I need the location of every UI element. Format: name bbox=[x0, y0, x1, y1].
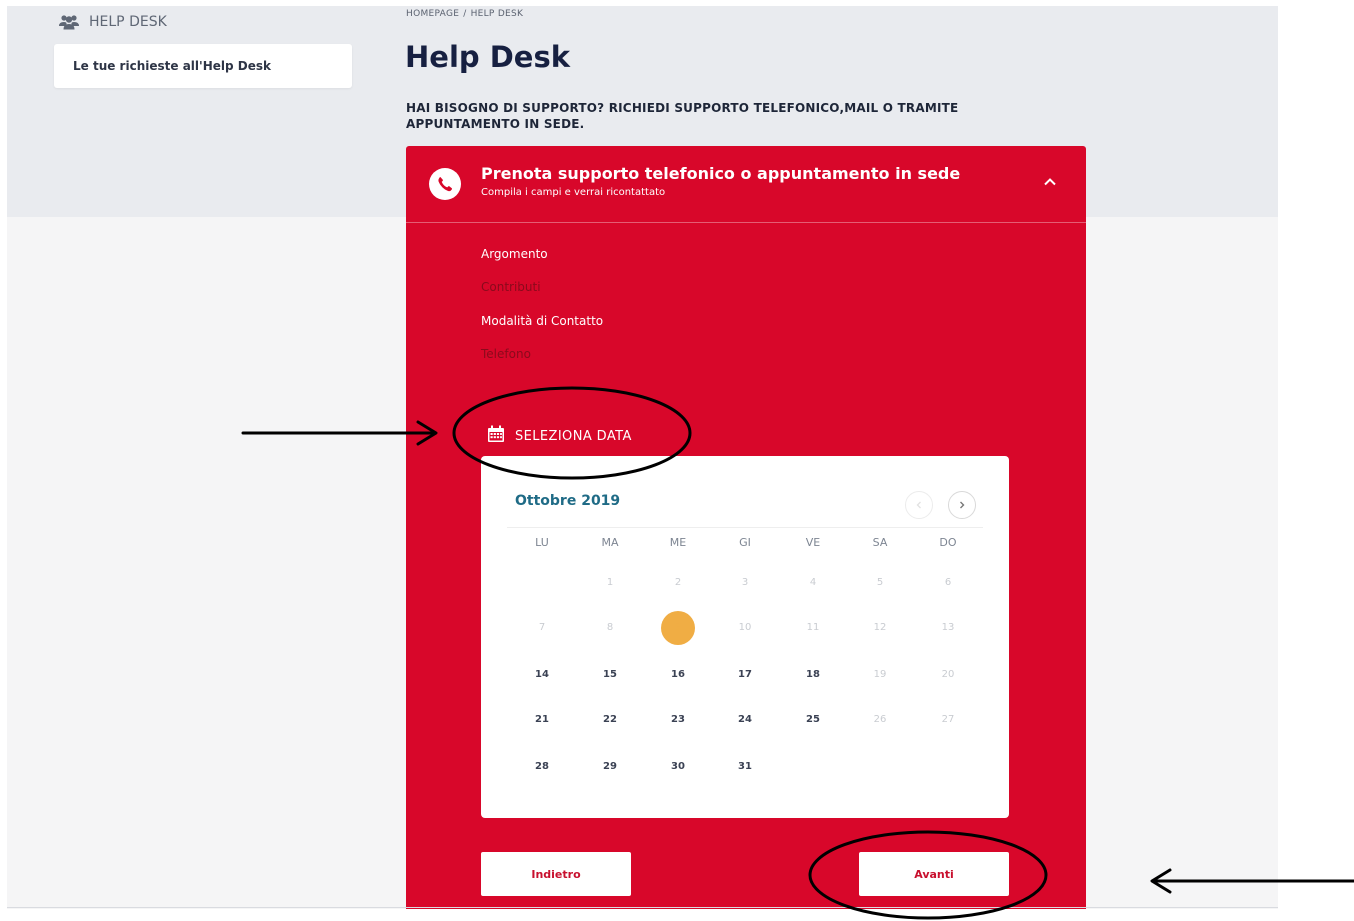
calendar-day: 3 bbox=[741, 577, 749, 588]
users-icon bbox=[59, 14, 79, 30]
calendar-day: 19 bbox=[873, 669, 887, 680]
page-frame: HELP DESK Le tue richieste all'Help Desk… bbox=[7, 6, 1278, 909]
calendar-divider bbox=[507, 527, 983, 528]
calendar-day[interactable]: 18 bbox=[793, 669, 833, 680]
chevron-up-icon[interactable] bbox=[1042, 174, 1058, 194]
calendar-day[interactable]: 31 bbox=[725, 761, 765, 772]
calendar-icon bbox=[487, 425, 505, 447]
calendar-day[interactable]: 14 bbox=[522, 669, 562, 680]
booking-panel: Prenota supporto telefonico o appuntamen… bbox=[406, 146, 1086, 909]
weekday-header: LU bbox=[535, 536, 549, 549]
calendar-day: 11 bbox=[806, 622, 820, 633]
calendar-day[interactable]: 29 bbox=[590, 761, 630, 772]
page-title: Help Desk bbox=[405, 40, 571, 74]
phone-icon bbox=[429, 168, 461, 200]
sidebar-item-label: Le tue richieste all'Help Desk bbox=[73, 59, 271, 73]
calendar-day[interactable]: 15 bbox=[590, 669, 630, 680]
calendar-day[interactable]: 23 bbox=[658, 714, 698, 725]
chevron-left-icon[interactable] bbox=[905, 491, 933, 519]
chevron-right-icon[interactable] bbox=[948, 491, 976, 519]
sidebar-title-text: HELP DESK bbox=[89, 14, 167, 30]
breadcrumb: HOMEPAGE / HELP DESK bbox=[406, 9, 523, 19]
panel-header[interactable]: Prenota supporto telefonico o appuntamen… bbox=[406, 146, 1086, 223]
calendar-day: 4 bbox=[809, 577, 817, 588]
weekday-header: VE bbox=[805, 536, 821, 549]
select-date-toggle[interactable]: SELEZIONA DATA bbox=[487, 425, 632, 447]
calendar-day[interactable]: 25 bbox=[793, 714, 833, 725]
calendar-day[interactable]: 24 bbox=[725, 714, 765, 725]
calendar-day: 1 bbox=[606, 577, 614, 588]
sidebar-item-my-requests[interactable]: Le tue richieste all'Help Desk bbox=[54, 44, 352, 88]
calendar-day: 8 bbox=[606, 622, 614, 633]
breadcrumb-separator: / bbox=[463, 9, 467, 19]
panel-subtitle: Compila i campi e verrai ricontattato bbox=[481, 187, 666, 198]
sidebar-section-title: HELP DESK bbox=[59, 14, 167, 30]
calendar-day[interactable]: 22 bbox=[590, 714, 630, 725]
field-value-contributi[interactable]: Contributi bbox=[481, 280, 541, 294]
calendar-day: 13 bbox=[941, 622, 955, 633]
calendar-day[interactable]: 21 bbox=[522, 714, 562, 725]
calendar-day[interactable]: 16 bbox=[658, 669, 698, 680]
page-subtitle: HAI BISOGNO DI SUPPORTO? RICHIEDI SUPPOR… bbox=[406, 101, 959, 131]
calendar-day: 10 bbox=[738, 622, 752, 633]
calendar-day: 7 bbox=[538, 622, 546, 633]
calendar-day: 2 bbox=[674, 577, 682, 588]
breadcrumb-current: HELP DESK bbox=[470, 9, 524, 19]
calendar-day: 6 bbox=[944, 577, 952, 588]
weekday-header: MA bbox=[601, 536, 619, 549]
calendar-day[interactable]: 28 bbox=[522, 761, 562, 772]
calendar-day: 5 bbox=[876, 577, 884, 588]
calendar-day[interactable]: 17 bbox=[725, 669, 765, 680]
calendar-day[interactable]: 30 bbox=[658, 761, 698, 772]
calendar-day: 20 bbox=[941, 669, 955, 680]
weekday-header: GI bbox=[739, 536, 751, 549]
panel-title: Prenota supporto telefonico o appuntamen… bbox=[481, 164, 961, 183]
select-date-label: SELEZIONA DATA bbox=[515, 428, 632, 444]
back-button[interactable]: Indietro bbox=[481, 852, 631, 896]
calendar-widget: Ottobre 2019 LU MA ME GI VE SA DO 1 2 3 4 5 6 7 8 9 10 11… bbox=[481, 456, 1009, 818]
frame-bottom-border bbox=[7, 907, 1278, 908]
next-button[interactable]: Avanti bbox=[859, 852, 1009, 896]
field-label-modalita-contatto: Modalità di Contatto bbox=[481, 314, 604, 328]
field-label-argomento: Argomento bbox=[481, 247, 548, 261]
calendar-month-label: Ottobre 2019 bbox=[515, 493, 621, 509]
calendar-day-selected[interactable]: 9 bbox=[661, 611, 695, 645]
weekday-header: ME bbox=[669, 536, 687, 549]
field-value-telefono[interactable]: Telefono bbox=[481, 347, 531, 361]
calendar-day: 27 bbox=[941, 714, 955, 725]
calendar-day: 26 bbox=[873, 714, 887, 725]
weekday-header: DO bbox=[939, 536, 957, 549]
calendar-day: 12 bbox=[873, 622, 887, 633]
breadcrumb-home[interactable]: HOMEPAGE bbox=[406, 9, 459, 19]
weekday-header: SA bbox=[872, 536, 888, 549]
